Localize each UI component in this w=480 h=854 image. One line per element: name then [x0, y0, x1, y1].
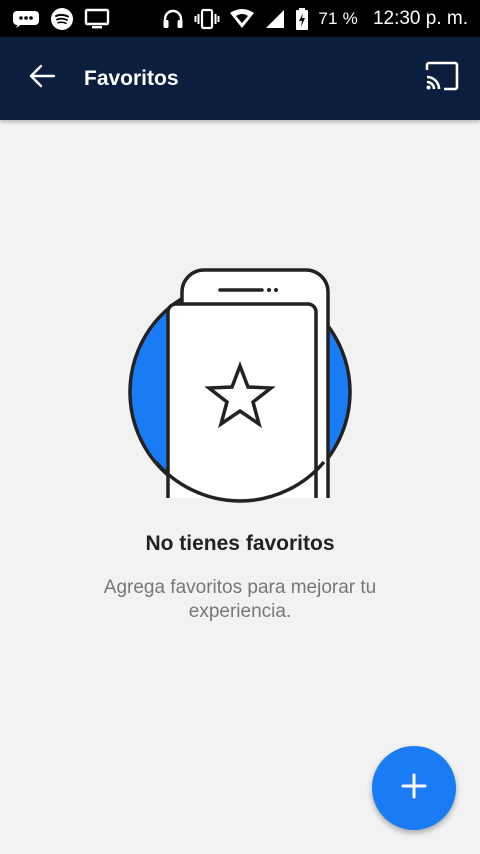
app-bar: Favoritos [0, 37, 480, 120]
page-title: Favoritos [84, 66, 179, 90]
back-button[interactable] [14, 51, 70, 107]
add-favorite-button[interactable] [372, 746, 456, 830]
headset-icon [161, 7, 185, 31]
status-left-icons [12, 7, 110, 31]
clock: 12:30 p. m. [372, 7, 468, 29]
battery-percentage: 71 % [318, 8, 358, 28]
empty-state-description: Agrega favoritos para mejorar tu experie… [103, 577, 377, 622]
status-right-icons: 71 % 12:30 p. m. [161, 7, 468, 31]
screen-icon [84, 8, 110, 30]
cast-icon [424, 61, 460, 96]
wifi-icon [229, 8, 255, 30]
empty-state-title: No tienes favoritos [145, 532, 335, 555]
plus-icon [401, 773, 427, 804]
messages-icon [12, 9, 40, 29]
arrow-left-icon [28, 64, 56, 93]
vibrate-icon [194, 7, 220, 31]
spotify-icon [50, 7, 74, 31]
cast-button[interactable] [414, 51, 470, 107]
battery-icon [295, 7, 309, 31]
signal-icon [264, 8, 286, 30]
status-bar: 71 % 12:30 p. m. [0, 0, 480, 37]
phone-star-icon [120, 262, 360, 512]
